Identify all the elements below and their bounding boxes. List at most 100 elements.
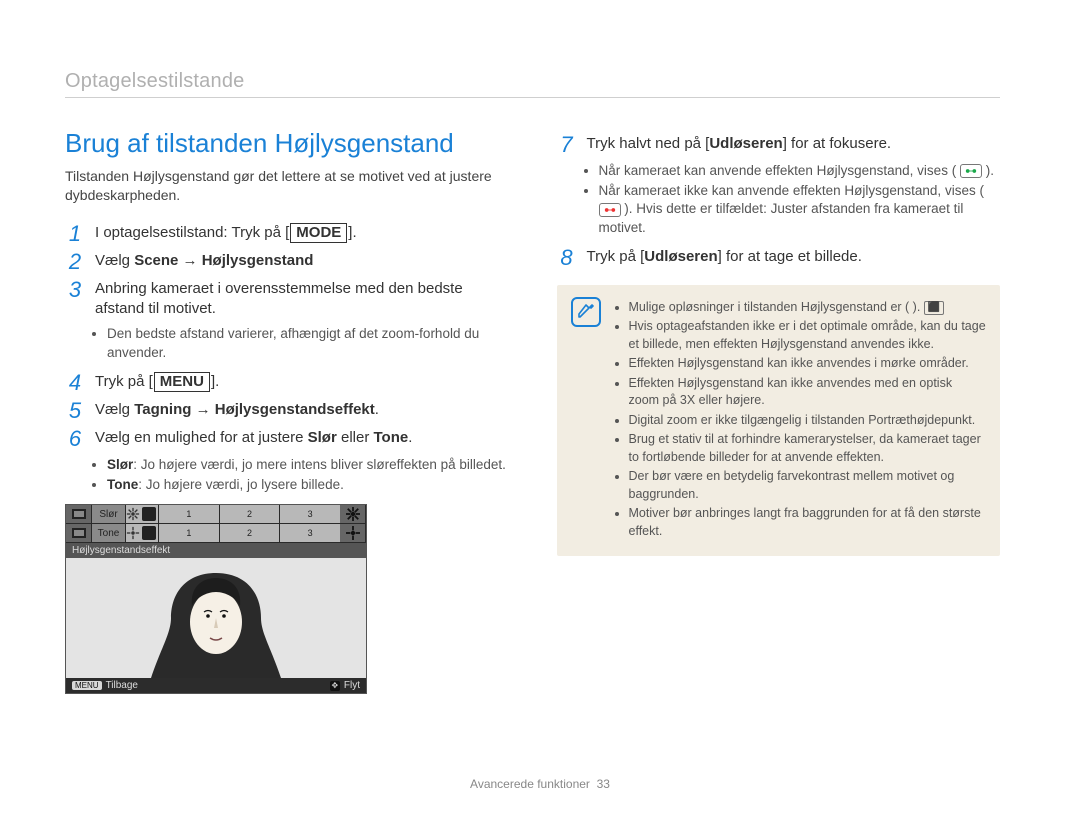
bullet-text: ). (986, 163, 994, 178)
camera-lcd-preview: Slør 1 2 3 Tone (65, 504, 367, 694)
slider-seg: 1 (158, 524, 219, 542)
step-bold: Tone (374, 429, 409, 446)
bullet-bold: Slør (107, 457, 133, 472)
step-number: 3 (65, 279, 85, 301)
page-title: Brug af tilstanden Højlysgenstand (65, 128, 509, 159)
note-item: Brug et stativ til at forhindre kamerary… (629, 431, 987, 466)
lcd-row1-label: Slør (92, 505, 126, 524)
lcd-back-label: Tilbage (106, 680, 138, 691)
bullet-text: ). Hvis dette er tilfældet: Juster afsta… (599, 201, 964, 234)
step-number: 5 (65, 400, 85, 422)
note-item: Motiver bør anbringes langt fra baggrund… (629, 505, 987, 540)
step-number: 8 (557, 247, 577, 269)
step-number: 4 (65, 372, 85, 394)
step-number: 6 (65, 428, 85, 450)
bullet: Slør: Jo højere værdi, jo mere intens bl… (107, 456, 509, 474)
lcd-overlay-label: Højlysgenstandseffekt (66, 543, 366, 558)
lcd-move-label: Flyt (344, 680, 360, 691)
step-bold: Tagning → Højlysgenstandseffekt (134, 401, 375, 418)
step-text-end: . (375, 401, 379, 418)
bullet-text: Når kameraet ikke kan anvende effekten H… (599, 183, 984, 198)
breadcrumb: Optagelsestilstande (65, 70, 1000, 98)
step-text-suffix: . (352, 224, 356, 241)
menu-button-label: MENU (154, 372, 210, 392)
step-5: 5 Vælg Tagning → Højlysgenstandseffekt. (65, 400, 509, 422)
lcd-blur-slider[interactable]: 1 2 3 (126, 505, 340, 524)
step-text: Tryk på [ (587, 248, 645, 265)
flower-strong-icon (346, 507, 360, 521)
lcd-icon (66, 505, 92, 524)
step-text: Tryk på (95, 373, 149, 390)
lcd-preview-image (66, 558, 366, 678)
step-text: Vælg (95, 252, 134, 269)
right-column: 7 Tryk halvt ned på [Udløseren] for at f… (557, 128, 1001, 694)
lcd-back-button[interactable]: MENU Tilbage (72, 680, 138, 691)
slider-knob[interactable] (142, 526, 156, 540)
footer-label: Avancerede funktioner (470, 777, 590, 791)
step-3-bullets: Den bedste afstand varierer, afhængigt a… (93, 325, 509, 361)
bullet: Den bedste afstand varierer, afhængigt a… (107, 325, 509, 361)
step-number: 1 (65, 223, 85, 245)
slider-seg: 1 (158, 505, 219, 523)
flower-weak-icon (126, 507, 140, 521)
note-text: Mulige opløsninger i tilstanden Højlysge… (629, 300, 921, 314)
note-box: Mulige opløsninger i tilstanden Højlysge… (557, 285, 1001, 557)
step-4: 4 Tryk på [MENU]. (65, 372, 509, 394)
bullet: Når kameraet ikke kan anvende effekten H… (599, 182, 1001, 237)
bullet-bold: Tone (107, 477, 138, 492)
bullet: Tone: Jo højere værdi, jo lysere billede… (107, 476, 509, 494)
note-item: Effekten Højlysgenstand kan ikke anvende… (629, 375, 987, 410)
step-bold: Slør (308, 429, 337, 446)
step-text: I optagelsestilstand: Tryk på (95, 224, 285, 241)
status-fail-icon (599, 203, 621, 217)
lcd-icon (340, 505, 366, 524)
step-text: Anbring kameraet i overensstemmelse med … (95, 280, 463, 317)
lcd-icon (340, 524, 366, 543)
bullet-text: Når kameraet kan anvende effekten Højlys… (599, 163, 957, 178)
note-item: Digital zoom er ikke tilgængelig i tilst… (629, 412, 987, 430)
step-7-bullets: Når kameraet kan anvende effekten Højlys… (585, 162, 1001, 237)
mode-button-label: MODE (290, 223, 347, 243)
page-footer: Avancerede funktioner 33 (0, 777, 1080, 791)
resolution-chip-icon: ⬛ (924, 301, 944, 315)
step-bold: Udløseren (644, 248, 717, 265)
lcd-tone-slider[interactable]: 1 2 3 (126, 524, 340, 543)
bullet-text: : Jo højere værdi, jo lysere billede. (138, 477, 344, 492)
lcd-menu-key: MENU (72, 681, 102, 690)
step-bold: Udløseren (709, 135, 782, 152)
step-text-end: ] for at tage et billede. (718, 248, 862, 265)
left-column: Brug af tilstanden Højlysgenstand Tilsta… (65, 128, 509, 694)
bullet-text: : Jo højere værdi, jo mere intens bliver… (133, 457, 506, 472)
lcd-row2-label: Tone (92, 524, 126, 543)
footer-page-number: 33 (597, 777, 610, 791)
bullet: Når kameraet kan anvende effekten Højlys… (599, 162, 1001, 180)
step-text-suffix: . (215, 373, 219, 390)
slider-knob[interactable] (142, 507, 156, 521)
step-number: 7 (557, 134, 577, 156)
note-item: Mulige opløsninger i tilstanden Højlysge… (629, 299, 987, 317)
step-text-mid: eller (337, 429, 374, 446)
slider-seg: 2 (219, 524, 280, 542)
slider-seg: 2 (219, 505, 280, 523)
flower-strong-icon (346, 526, 360, 540)
intro-text: Tilstanden Højlysgenstand gør det letter… (65, 167, 509, 205)
note-list: Mulige opløsninger i tilstanden Højlysge… (613, 297, 987, 543)
note-item: Der bør være en betydelig farvekontrast … (629, 468, 987, 503)
lcd-icon (66, 524, 92, 543)
step-3: 3 Anbring kameraet i overensstemmelse me… (65, 279, 509, 320)
lcd-move-button[interactable]: ✥ Flyt (330, 680, 360, 691)
step-7: 7 Tryk halvt ned på [Udløseren] for at f… (557, 134, 1001, 156)
step-text: Tryk halvt ned på [ (587, 135, 710, 152)
slider-seg: 3 (279, 524, 340, 542)
step-text: Vælg en mulighed for at justere (95, 429, 308, 446)
step-8: 8 Tryk på [Udløseren] for at tage et bil… (557, 247, 1001, 269)
step-bold: Scene → Højlysgenstand (134, 252, 313, 269)
step-text-end: ] for at fokusere. (783, 135, 891, 152)
step-1: 1 I optagelsestilstand: Tryk på [MODE]. (65, 223, 509, 245)
note-item: Hvis optageafstanden ikke er i det optim… (629, 318, 987, 353)
note-item: Effekten Højlysgenstand kan ikke anvende… (629, 355, 987, 373)
step-2: 2 Vælg Scene → Højlysgenstand (65, 251, 509, 273)
step-6: 6 Vælg en mulighed for at justere Slør e… (65, 428, 509, 450)
step-text: Vælg (95, 401, 134, 418)
flower-weak-icon (126, 526, 140, 540)
